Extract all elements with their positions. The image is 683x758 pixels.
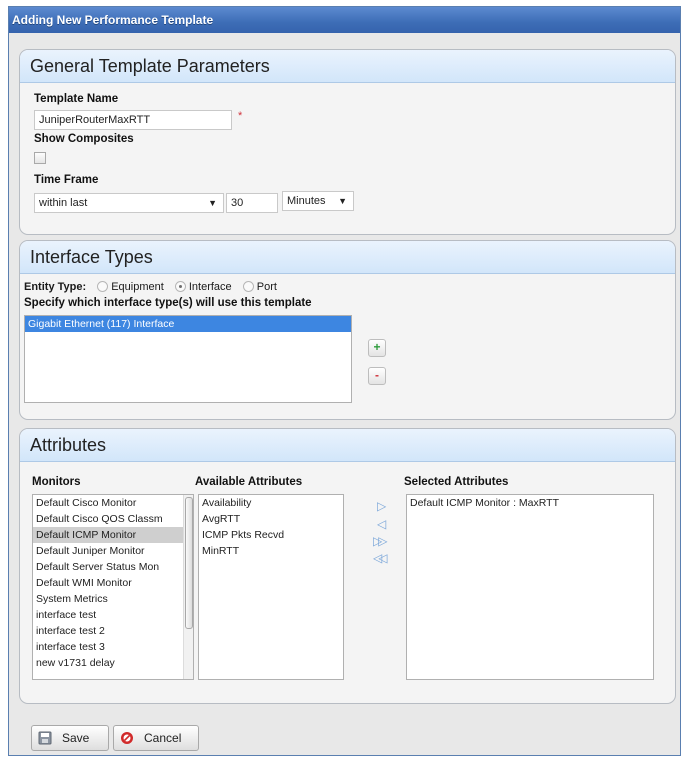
save-icon <box>38 731 52 745</box>
dialog-body: General Template Parameters Template Nam… <box>9 33 680 755</box>
general-parameters-panel: General Template Parameters Template Nam… <box>19 49 676 235</box>
time-unit-select[interactable]: Minutes ▼ <box>282 191 354 211</box>
list-item[interactable]: System Metrics <box>33 591 183 607</box>
list-item[interactable]: Default Juniper Monitor <box>33 543 183 559</box>
interface-types-panel: Interface Types Entity Type: Equipment I… <box>19 240 676 420</box>
radio-selected-icon <box>174 281 186 292</box>
radio-icon <box>242 281 254 292</box>
interface-types-header: Interface Types <box>20 241 675 274</box>
chevron-down-icon: ▼ <box>338 196 347 206</box>
list-item[interactable]: new v1731 delay <box>33 655 183 671</box>
list-item[interactable]: MinRTT <box>199 543 343 559</box>
list-item[interactable]: Default ICMP Monitor <box>33 527 183 543</box>
add-icon[interactable]: + <box>368 339 386 357</box>
list-item[interactable]: Default Cisco QOS Classm <box>33 511 183 527</box>
attributes-header: Attributes <box>20 429 675 462</box>
chevron-down-icon: ▼ <box>208 198 217 208</box>
list-item[interactable]: interface test <box>33 607 183 623</box>
list-item[interactable]: Gigabit Ethernet (117) Interface <box>25 316 351 332</box>
list-item[interactable]: interface test 2 <box>33 623 183 639</box>
radio-label: Equipment <box>111 281 164 293</box>
template-name-input[interactable]: JuniperRouterMaxRTT <box>34 110 232 130</box>
scrollbar-thumb[interactable] <box>185 497 193 629</box>
radio-option-port[interactable]: Port <box>242 281 277 293</box>
save-button[interactable]: Save <box>31 725 109 751</box>
monitors-scrollbar[interactable] <box>183 495 193 679</box>
time-frame-select[interactable]: within last ▼ <box>34 193 224 213</box>
required-marker: * <box>238 110 243 122</box>
attributes-panel: Attributes Monitors Available Attributes… <box>19 428 676 704</box>
move-right-icon[interactable]: ▷ <box>377 499 386 513</box>
performance-template-dialog: Adding New Performance Template General … <box>8 6 681 756</box>
radio-icon <box>97 281 109 292</box>
time-frame-label: Time Frame <box>34 174 99 186</box>
available-attributes-label: Available Attributes <box>195 476 303 488</box>
save-label: Save <box>62 731 90 745</box>
show-composites-checkbox[interactable] <box>34 152 46 164</box>
time-amount-input[interactable]: 30 <box>226 193 278 213</box>
move-left-icon[interactable]: ◁ <box>377 517 386 531</box>
entity-type-row: Entity Type: Equipment Interface Port <box>24 281 277 293</box>
interface-type-list[interactable]: Gigabit Ethernet (117) Interface <box>24 315 352 403</box>
list-item[interactable]: Default WMI Monitor <box>33 575 183 591</box>
cancel-button[interactable]: Cancel <box>113 725 199 751</box>
template-name-label: Template Name <box>34 93 119 105</box>
list-item[interactable]: Default Server Status Mon <box>33 559 183 575</box>
cancel-label: Cancel <box>144 731 182 745</box>
list-item[interactable]: interface test 3 <box>33 639 183 655</box>
radio-label: Interface <box>188 281 232 293</box>
general-parameters-header: General Template Parameters <box>20 50 675 83</box>
selected-attributes-list[interactable]: Default ICMP Monitor : MaxRTT <box>406 494 654 680</box>
list-item[interactable]: AvgRTT <box>199 511 343 527</box>
radio-label: Port <box>256 281 277 293</box>
show-composites-label: Show Composites <box>34 133 134 145</box>
radio-option-interface[interactable]: Interface <box>174 281 232 293</box>
list-item[interactable]: ICMP Pkts Recvd <box>199 527 343 543</box>
monitors-list[interactable]: Default Cisco Monitor Default Cisco QOS … <box>32 494 194 680</box>
entity-type-label: Entity Type: <box>24 281 87 293</box>
radio-option-equipment[interactable]: Equipment <box>97 281 164 293</box>
selected-attributes-label: Selected Attributes <box>404 476 509 488</box>
dialog-title: Adding New Performance Template <box>9 7 680 33</box>
specify-interface-label: Specify which interface type(s) will use… <box>24 297 312 309</box>
cancel-icon <box>121 732 133 744</box>
list-item[interactable]: Availability <box>199 495 343 511</box>
time-unit-value: Minutes <box>287 195 326 207</box>
move-all-right-icon[interactable]: ▷▷ <box>373 534 388 548</box>
monitors-label: Monitors <box>32 476 81 488</box>
remove-icon[interactable]: - <box>368 367 386 385</box>
available-attributes-list[interactable]: Availability AvgRTT ICMP Pkts Recvd MinR… <box>198 494 344 680</box>
list-item[interactable]: Default ICMP Monitor : MaxRTT <box>407 495 653 511</box>
time-frame-value: within last <box>39 197 88 209</box>
list-item[interactable]: Default Cisco Monitor <box>33 495 183 511</box>
move-all-left-icon[interactable]: ◁◁ <box>373 551 388 565</box>
